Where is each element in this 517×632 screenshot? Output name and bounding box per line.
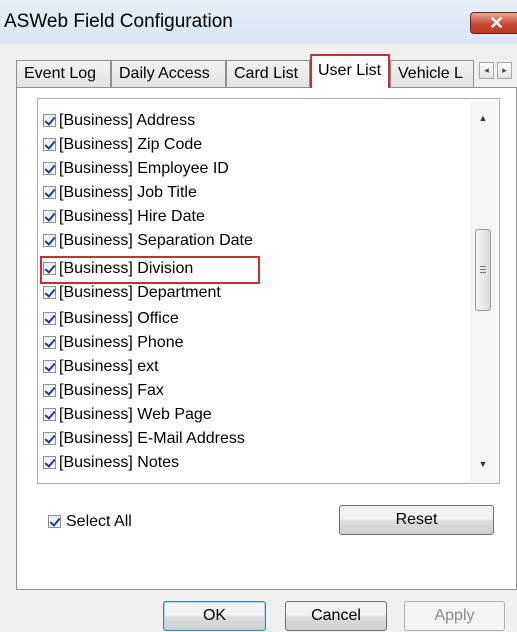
tab-scroll-left-button[interactable]: ◂: [479, 62, 494, 79]
tab-user-list[interactable]: User List: [310, 54, 390, 88]
apply-button[interactable]: Apply: [404, 601, 505, 631]
tab-event-log[interactable]: Event Log: [16, 60, 111, 87]
tab-scroll-right-button[interactable]: ▸: [497, 62, 512, 79]
field-label: [Business] Job Title: [59, 184, 197, 201]
arrow-down-icon: ▼: [478, 459, 488, 469]
checkbox[interactable]: [43, 408, 56, 421]
tab-label: Card List: [234, 65, 299, 82]
checkbox[interactable]: [43, 162, 56, 175]
tab-label: Daily Access: [119, 65, 210, 82]
checkbox[interactable]: [43, 114, 56, 127]
chevron-right-icon: ▸: [502, 65, 507, 75]
division-highlight-box: [40, 256, 260, 284]
chevron-left-icon: ◂: [484, 65, 489, 75]
cancel-button[interactable]: Cancel: [285, 601, 387, 631]
checkbox[interactable]: [43, 186, 56, 199]
reset-button[interactable]: Reset: [339, 505, 494, 535]
field-label: [Business] Web Page: [59, 406, 212, 423]
field-label: [Business] Department: [59, 284, 221, 301]
field-label: [Business] ext: [59, 358, 159, 375]
field-label: [Business] Notes: [59, 454, 180, 471]
checkbox[interactable]: [43, 286, 56, 299]
tab-label: User List: [318, 62, 382, 79]
scroll-thumb[interactable]: [475, 229, 491, 311]
checkbox[interactable]: [43, 432, 56, 445]
field-label: [Business] Phone: [59, 334, 184, 351]
scroll-up-button[interactable]: ▲: [470, 109, 496, 127]
checkbox[interactable]: [43, 384, 56, 397]
field-label: [Business] Fax: [59, 382, 164, 399]
field-label: [Business] Hire Date: [59, 208, 205, 225]
checkbox[interactable]: [43, 210, 56, 223]
field-label: [Business] Employee ID: [59, 160, 229, 177]
field-label: [Business] E-Mail Address: [59, 430, 245, 447]
checkbox[interactable]: [43, 312, 56, 325]
list-scrollbar[interactable]: ▲ ▼: [470, 101, 496, 481]
ok-button[interactable]: OK: [163, 601, 266, 631]
field-configuration-dialog: ASWeb Field Configuration ✕ Event Log Da…: [0, 0, 517, 632]
close-icon: ✕: [489, 13, 505, 33]
grip-line: [480, 272, 486, 273]
field-label: [Business] Separation Date: [59, 232, 253, 249]
field-label: [Business] Office: [59, 310, 179, 327]
close-button[interactable]: ✕: [470, 12, 517, 34]
tab-label: Vehicle L: [398, 65, 463, 82]
checkbox[interactable]: [48, 515, 61, 528]
field-label: [Business] Address: [59, 112, 196, 129]
window-title: ASWeb Field Configuration: [4, 11, 233, 32]
tab-vehicle-list[interactable]: Vehicle L: [390, 60, 474, 87]
title-bar[interactable]: ASWeb Field Configuration ✕: [0, 0, 517, 44]
checkbox[interactable]: [43, 360, 56, 373]
checkbox[interactable]: [43, 456, 56, 469]
grip-line: [480, 269, 486, 270]
scroll-down-button[interactable]: ▼: [470, 455, 496, 473]
field-label: [Business] Zip Code: [59, 136, 203, 153]
tab-daily-access[interactable]: Daily Access: [111, 60, 226, 87]
tab-card-list[interactable]: Card List: [226, 60, 310, 87]
field-list[interactable]: [Business] Address [Business] Zip Code […: [37, 98, 500, 484]
checkbox[interactable]: [43, 234, 56, 247]
tab-bar: Event Log Daily Access Card List User Li…: [0, 52, 517, 88]
select-all-label: Select All: [66, 513, 132, 530]
arrow-up-icon: ▲: [478, 113, 488, 123]
checkbox[interactable]: [43, 336, 56, 349]
tab-label: Event Log: [24, 65, 97, 82]
checkbox[interactable]: [43, 138, 56, 151]
grip-line: [480, 266, 486, 267]
